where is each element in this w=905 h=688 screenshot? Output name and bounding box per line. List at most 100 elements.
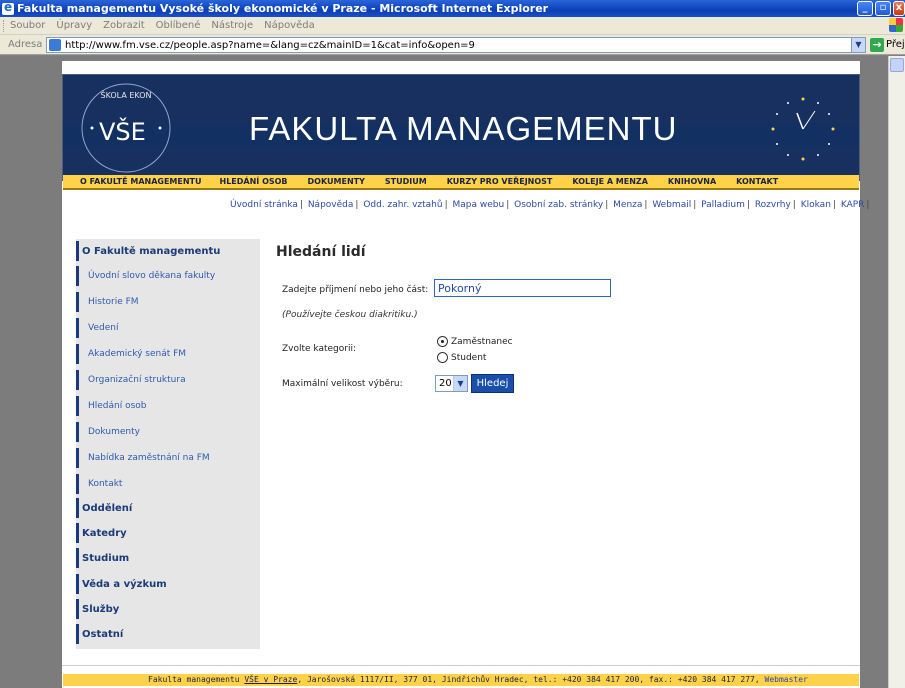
radio-button-checked[interactable] <box>437 336 448 347</box>
link-webmail[interactable]: Webmail <box>652 200 691 210</box>
link-sitemap[interactable]: Mapa webu <box>453 200 505 210</box>
surname-label: Zadejte příjmení nebo jeho část: <box>282 285 429 295</box>
link-kapr[interactable]: KAPR <box>841 200 865 210</box>
sidebar-item-departments[interactable]: Oddělení <box>76 498 260 518</box>
sidebar-item-history[interactable]: Historie FM <box>76 292 260 312</box>
sidebar-item-label: O Fakultě managementu <box>82 245 221 257</box>
site-title: FAKULTA MANAGEMENTU <box>249 110 678 147</box>
window-controls: _ ▫ x <box>857 0 905 16</box>
address-bar: Adresa http://www.fm.vse.cz/people.asp?n… <box>0 35 905 55</box>
window-title: Fakulta managementu Vysoké školy ekonomi… <box>17 2 549 15</box>
address-label: Adresa <box>8 39 43 50</box>
sidebar-item-study[interactable]: Studium <box>76 548 260 568</box>
footer-webmaster-link[interactable]: Webmaster <box>765 675 808 684</box>
search-button[interactable]: Hledej <box>471 374 514 393</box>
radio-employee-label: Zaměstnanec <box>451 336 513 347</box>
sidebar-item-other[interactable]: Ostatní <box>76 624 260 644</box>
toolbar-grip <box>3 19 6 32</box>
sidebar-item-label: Ostatní <box>82 628 124 640</box>
nav-documents[interactable]: DOKUMENTY <box>308 177 365 186</box>
chevron-down-icon[interactable]: ▼ <box>453 376 467 391</box>
link-intl-office[interactable]: Odd. zahr. vztahů <box>363 200 442 210</box>
sidebar-item-org-structure[interactable]: Organizační struktura <box>76 370 260 390</box>
windows-logo-icon <box>889 18 903 32</box>
menu-item-help[interactable]: Nápověda <box>264 20 315 31</box>
go-label[interactable]: Přej <box>886 39 905 50</box>
category-label: Zvolte kategorii: <box>282 344 357 354</box>
radio-employee[interactable]: Zaměstnanec <box>437 336 513 347</box>
sidebar-item-people-search[interactable]: Hledání osob <box>76 396 260 416</box>
footer-address: , Jarošovská 1117/II, 377 01, Jindřichův… <box>297 675 765 684</box>
sidebar-item-contact[interactable]: Kontakt <box>76 474 260 494</box>
link-personal-pages[interactable]: Osobní zab. stránky <box>514 200 603 210</box>
nav-people-search[interactable]: HLEDÁNÍ OSOB <box>220 177 288 186</box>
nav-dorms[interactable]: KOLEJE A MENZA <box>572 177 648 186</box>
quick-links: Úvodní stránka | Nápověda | Odd. zahr. vzt… <box>230 200 870 210</box>
menu-item-edit[interactable]: Úpravy <box>56 20 92 31</box>
sidebar-item-label: Dokumenty <box>88 427 140 437</box>
radio-button[interactable] <box>437 352 448 363</box>
chevron-down-icon[interactable]: ▼ <box>851 38 865 52</box>
address-input[interactable]: http://www.fm.vse.cz/people.asp?name=&la… <box>46 37 866 53</box>
minimize-button[interactable]: _ <box>857 1 873 16</box>
logo-text: VŠE <box>99 116 146 146</box>
sidebar-item-dean-intro[interactable]: Úvodní slovo děkana fakulty <box>76 266 260 286</box>
radio-student-label: Student <box>451 352 487 363</box>
clock-icon <box>771 97 835 161</box>
nav-library[interactable]: KNIHOVNA <box>668 177 716 186</box>
menu-item-tools[interactable]: Nástroje <box>211 20 253 31</box>
sidebar-item-senate[interactable]: Akademický senát FM <box>76 344 260 364</box>
link-klokan[interactable]: Klokan <box>801 200 831 210</box>
sidebar-item-label: Organizační struktura <box>88 375 186 385</box>
site-header: ŠKOLA EKON VŠE FAKULTA MANAGEMENTU <box>62 74 860 181</box>
surname-input[interactable] <box>434 279 611 297</box>
sidebar-item-label: Hledání osob <box>88 401 147 411</box>
sidebar-item-research[interactable]: Věda a výzkum <box>76 574 260 594</box>
diacritics-hint: (Používejte českou diakritiku.) <box>282 310 418 320</box>
sidebar-item-label: Vedení <box>88 323 119 333</box>
sidebar-item-label: Studium <box>82 552 130 564</box>
link-palladium[interactable]: Palladium <box>701 200 745 210</box>
menu-item-view[interactable]: Zobrazit <box>103 20 145 31</box>
go-arrow-icon[interactable]: → <box>870 38 884 52</box>
sidebar-item-label: Služby <box>82 603 120 615</box>
close-button[interactable]: x <box>893 1 905 16</box>
site-page: ŠKOLA EKON VŠE FAKULTA MANAGEMENTU O FAK… <box>62 61 869 688</box>
footer-vse-link[interactable]: VŠE v Praze <box>244 675 297 684</box>
max-results-select[interactable]: 20 ▼ <box>435 375 468 392</box>
nav-public-courses[interactable]: KURZY PRO VEŘEJNOST <box>447 177 553 186</box>
nav-contact[interactable]: KONTAKT <box>736 177 778 186</box>
link-help[interactable]: Nápověda <box>308 200 354 210</box>
link-canteen[interactable]: Menza <box>613 200 642 210</box>
sidebar-item-label: Katedry <box>82 527 127 539</box>
ie-icon <box>2 0 14 15</box>
max-results-label: Maximální velikost výběru: <box>282 379 403 389</box>
sidebar-item-chairs[interactable]: Katedry <box>76 523 260 543</box>
sidebar-item-label: Úvodní slovo děkana fakulty <box>88 271 216 281</box>
link-schedules[interactable]: Rozvrhy <box>755 200 791 210</box>
scrollbar-up-arrow[interactable] <box>890 58 904 72</box>
radio-student[interactable]: Student <box>437 352 486 363</box>
sidebar-menu: O Fakultě managementu Úvodní slovo děkan… <box>76 239 260 649</box>
link-home[interactable]: Úvodní stránka <box>230 200 298 210</box>
menu-item-file[interactable]: Soubor <box>10 20 45 31</box>
nav-studies[interactable]: STUDIUM <box>385 177 427 186</box>
sidebar-item-label: Historie FM <box>88 297 139 307</box>
sidebar-item-label: Nabídka zaměstnání na FM <box>88 453 210 463</box>
sidebar-item-label: Akademický senát FM <box>88 349 187 359</box>
max-results-value: 20 <box>439 378 452 389</box>
menu-item-favorites[interactable]: Oblíbené <box>156 20 201 31</box>
maximize-button[interactable]: ▫ <box>875 1 891 16</box>
nav-about[interactable]: O FAKULTĚ MANAGEMENTU <box>80 177 202 186</box>
page-title: Hledání lidí <box>276 244 366 260</box>
sidebar-item-documents[interactable]: Dokumenty <box>76 422 260 442</box>
sidebar-item-label: Věda a výzkum <box>82 578 167 590</box>
sidebar-item-management[interactable]: Vedení <box>76 318 260 338</box>
sidebar-item-services[interactable]: Služby <box>76 599 260 619</box>
sidebar-item-about[interactable]: O Fakultě managementu <box>76 241 260 261</box>
site-footer: Fakulta managementu VŠE v Praze, Jarošov… <box>62 665 860 688</box>
vse-logo[interactable]: ŠKOLA EKON VŠE <box>77 80 175 176</box>
vertical-scrollbar[interactable] <box>888 56 905 688</box>
menu-bar: Soubor Úpravy Zobrazit Oblíbené Nástroje… <box>0 17 905 35</box>
sidebar-item-jobs[interactable]: Nabídka zaměstnání na FM <box>76 448 260 468</box>
